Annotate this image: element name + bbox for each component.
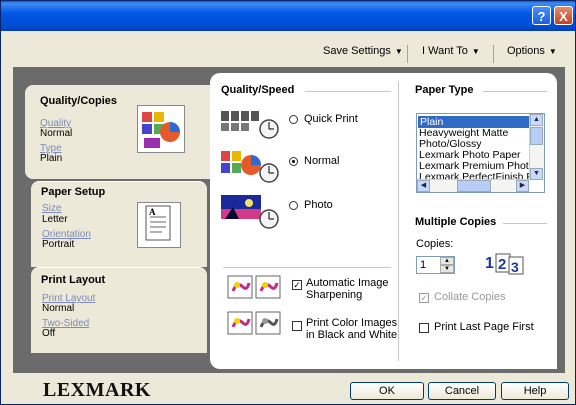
quick-print-icon xyxy=(221,111,279,139)
lexmark-logo: LEXMARK xyxy=(43,379,151,401)
tab-quality-copies[interactable]: Quality/Copies Quality Normal Type Plain xyxy=(25,85,211,179)
tab-print-layout[interactable]: Print Layout Print Layout Normal Two-Sid… xyxy=(31,267,207,353)
photo-quality-icon xyxy=(221,195,279,229)
collate-label: Collate Copies xyxy=(434,291,506,303)
last-page-first-label: Print Last Page First xyxy=(434,321,534,333)
scroll-left-icon[interactable]: ◀ xyxy=(417,180,430,192)
scroll-up-icon[interactable]: ▲ xyxy=(530,114,543,126)
multiple-copies-title: Multiple Copies xyxy=(415,216,497,228)
options-menu[interactable]: Options ▼ xyxy=(507,45,557,57)
sharpening-checkbox[interactable]: ✓ xyxy=(292,280,302,290)
close-button[interactable]: X xyxy=(554,6,573,25)
i-want-to-menu[interactable]: I Want To ▼ xyxy=(422,45,480,57)
spin-down-icon[interactable]: ▼ xyxy=(440,265,454,273)
quality-copies-icon xyxy=(137,105,185,153)
quick-print-radio[interactable] xyxy=(289,115,298,124)
menu-separator xyxy=(407,45,408,63)
paper-type-list[interactable]: Plain Heavyweight Matte Photo/Glossy Lex… xyxy=(416,113,545,193)
chevron-down-icon: ▼ xyxy=(471,47,480,56)
sharpening-icon xyxy=(227,275,281,299)
save-settings-label: Save Settings xyxy=(323,45,391,57)
scroll-thumb[interactable] xyxy=(457,180,491,192)
paper-type-title: Paper Type xyxy=(415,84,474,96)
two-sided-value: Off xyxy=(42,328,56,339)
scroll-thumb[interactable] xyxy=(530,127,543,145)
spin-up-icon[interactable]: ▲ xyxy=(440,257,454,265)
type-value: Plain xyxy=(40,153,63,164)
vertical-scrollbar[interactable]: ▲ ▼ xyxy=(529,114,544,180)
scroll-down-icon[interactable]: ▼ xyxy=(530,168,543,180)
normal-label: Normal xyxy=(304,155,340,167)
size-link[interactable]: Size xyxy=(42,203,61,214)
i-want-to-label: I Want To xyxy=(422,45,468,57)
tab-title: Paper Setup xyxy=(41,186,106,198)
title-bar[interactable]: ? X xyxy=(1,1,575,31)
quality-value: Normal xyxy=(40,128,73,139)
column-divider xyxy=(398,81,399,361)
quality-speed-title: Quality/Speed xyxy=(221,84,295,96)
collate-pages-icon: 1 2 3 xyxy=(485,253,524,275)
menu-separator xyxy=(493,45,494,63)
ok-button[interactable]: OK xyxy=(350,382,424,400)
group-divider xyxy=(483,91,547,92)
tab-paper-setup[interactable]: Paper Setup Size Letter Orientation Port… xyxy=(31,181,207,267)
tab-title: Print Layout xyxy=(41,274,106,286)
tab-title: Quality/Copies xyxy=(40,95,118,107)
svg-text:1: 1 xyxy=(485,255,494,272)
group-divider xyxy=(305,91,391,92)
copies-label: Copies: xyxy=(416,238,454,250)
chevron-down-icon: ▼ xyxy=(548,47,557,56)
photo-label: Photo xyxy=(304,199,333,211)
svg-text:2: 2 xyxy=(498,256,506,273)
group-divider xyxy=(503,223,547,224)
orientation-value: Portrait xyxy=(42,239,75,250)
normal-radio[interactable] xyxy=(289,157,298,166)
print-layout-value: Normal xyxy=(42,303,75,314)
cancel-button[interactable]: Cancel xyxy=(428,382,496,400)
quick-print-label: Quick Print xyxy=(304,113,358,125)
last-page-first-checkbox[interactable] xyxy=(419,323,429,333)
size-value: Letter xyxy=(42,214,68,225)
document-icon: A xyxy=(137,202,181,248)
black-white-label-line2: in Black and White xyxy=(306,329,398,341)
photo-radio[interactable] xyxy=(289,201,298,210)
svg-text:A: A xyxy=(149,207,156,217)
chevron-down-icon: ▼ xyxy=(394,47,403,56)
black-white-label-line1: Print Color Images xyxy=(306,317,398,329)
options-label: Options xyxy=(507,45,545,57)
help-title-button[interactable]: ? xyxy=(532,6,551,25)
normal-quality-icon xyxy=(221,151,279,183)
help-button[interactable]: Help xyxy=(501,382,569,400)
collate-checkbox[interactable]: ✓ xyxy=(419,293,429,303)
black-white-icon xyxy=(227,311,281,335)
sharpening-label-line2: Sharpening xyxy=(306,289,363,301)
sharpening-label-line1: Automatic Image xyxy=(306,277,389,289)
black-white-checkbox[interactable] xyxy=(292,321,302,331)
group-divider xyxy=(223,267,391,268)
menu-bar: Save Settings ▼ I Want To ▼ Options ▼ xyxy=(1,45,575,63)
horizontal-scrollbar[interactable]: ◀ ▶ xyxy=(417,179,530,192)
save-settings-menu[interactable]: Save Settings ▼ xyxy=(323,45,403,57)
print-properties-window: ? X Save Settings ▼ I Want To ▼ Options ▼ Q… xyxy=(0,0,576,405)
scroll-right-icon[interactable]: ▶ xyxy=(516,180,529,192)
svg-text:3: 3 xyxy=(511,259,519,275)
